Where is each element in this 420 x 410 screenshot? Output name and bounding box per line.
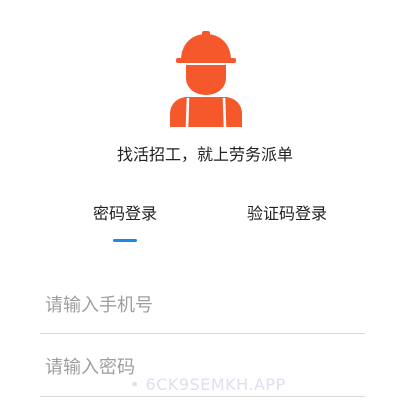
hard-hat-dome: [181, 34, 231, 60]
hard-hat-brim: [176, 58, 236, 63]
password-field: [40, 351, 365, 383]
phone-field: [40, 289, 365, 321]
password-input[interactable]: [40, 351, 365, 383]
slogan: 找活招工，就上劳务派单: [116, 145, 293, 164]
tab-password-login[interactable]: 密码登录: [65, 202, 185, 244]
overall-strap-right: [222, 97, 227, 128]
worker-body: [170, 97, 242, 127]
worker-face: [186, 65, 226, 95]
phone-field-underline: [40, 333, 365, 334]
overall-strap-left: [185, 97, 190, 128]
phone-input[interactable]: [40, 289, 365, 321]
password-field-underline: [40, 396, 365, 397]
tab-code-login-label: 验证码登录: [246, 204, 327, 223]
worker-icon: [170, 31, 242, 128]
tab-password-login-label: 密码登录: [92, 204, 157, 223]
tab-code-login[interactable]: 验证码登录: [227, 202, 347, 244]
login-screen: 找活招工，就上劳务派单 密码登录 验证码登录 • 6CK9SEMKH.APP: [0, 0, 420, 410]
active-tab-indicator: [113, 239, 137, 242]
